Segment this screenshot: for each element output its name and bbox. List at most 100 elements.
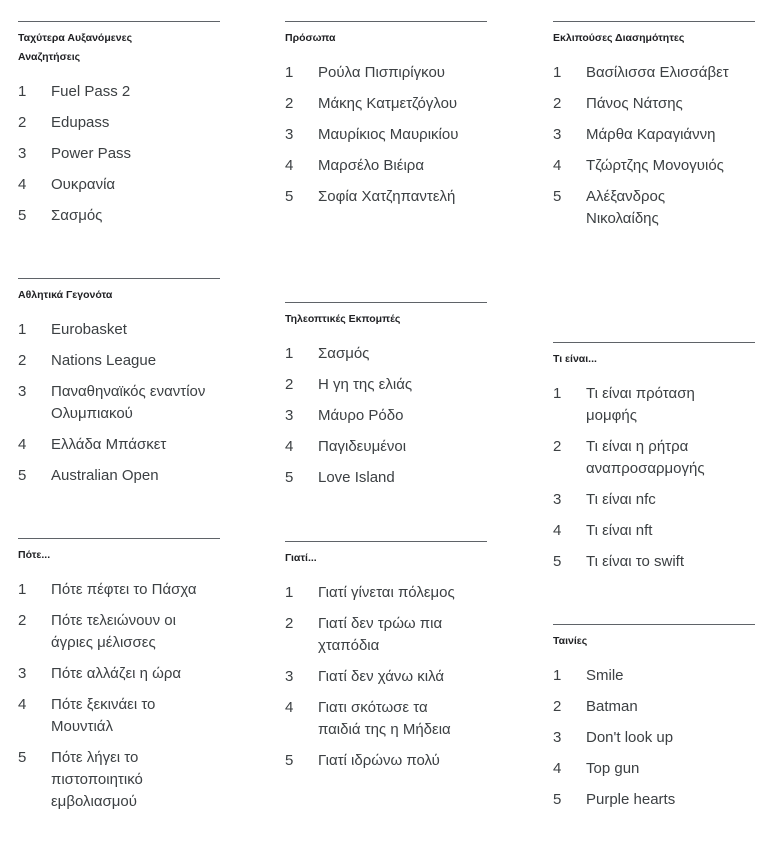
trend-item[interactable]: 4 Τζώρτζης Μονογυιός bbox=[553, 155, 755, 177]
trend-item[interactable]: 3 Μάυρο Ρόδο bbox=[285, 405, 487, 427]
trend-item[interactable]: 5 Αλέξανδρος Νικολαίδης bbox=[553, 186, 755, 230]
trend-item[interactable]: 1 Smile bbox=[553, 665, 755, 687]
trend-item[interactable]: 5 Australian Open bbox=[18, 465, 220, 487]
trend-item[interactable]: 2 Η γη της ελιάς bbox=[285, 374, 487, 396]
trend-item[interactable]: 1 Ρούλα Πισπιρίγκου bbox=[285, 62, 487, 84]
trend-item-label: Edupass bbox=[51, 114, 110, 131]
trend-item[interactable]: 2 Γιατί δεν τρώω πια χταπόδια bbox=[285, 613, 487, 657]
trend-item[interactable]: 3 Don't look up bbox=[553, 727, 755, 749]
rank-number: 3 bbox=[553, 729, 562, 746]
rank-number: 1 bbox=[553, 667, 562, 684]
trend-item[interactable]: 5 Γιατί ιδρώνω πολύ bbox=[285, 750, 487, 772]
rank-number: 4 bbox=[18, 176, 27, 193]
trend-item[interactable]: 2 Nations League bbox=[18, 350, 220, 372]
rank-number: 3 bbox=[553, 491, 562, 508]
trend-item[interactable]: 3 Παναθηναϊκός εναντίον Ολυμπιακού bbox=[18, 381, 220, 425]
trend-item[interactable]: 2 Τι είναι η ρήτρα αναπροσαρμογής bbox=[553, 436, 755, 480]
trend-item[interactable]: 3 Μάρθα Καραγιάννη bbox=[553, 124, 755, 146]
trend-list: 1 Fuel Pass 2 2 Edupass 3 Power Pass 4 Ουκρανία… bbox=[18, 81, 220, 227]
trend-item[interactable]: 4 Παγιδευμένοι bbox=[285, 436, 487, 458]
trend-item-label: Nations League bbox=[51, 352, 157, 369]
section-title: Ταινίες bbox=[553, 635, 588, 647]
trend-item-label: Eurobasket bbox=[51, 321, 127, 338]
trend-item[interactable]: 4 Μαρσέλο Βιέιρα bbox=[285, 155, 487, 177]
trend-item[interactable]: 3 Γιατί δεν χάνω κιλά bbox=[285, 666, 487, 688]
section-title: Πότε... bbox=[18, 549, 51, 561]
section-title: Τηλεοπτικές Εκπομπές bbox=[285, 313, 401, 325]
rank-number: 4 bbox=[285, 699, 294, 716]
trend-item-label: Σασμός bbox=[318, 345, 370, 362]
trend-item-label: Μάυρο Ρόδο bbox=[318, 407, 404, 424]
rank-number: 2 bbox=[285, 95, 294, 112]
trend-item[interactable]: 2 Batman bbox=[553, 696, 755, 718]
trend-item[interactable]: 2 Πάνος Νάτσης bbox=[553, 93, 755, 115]
trend-item[interactable]: 5 Σασμός bbox=[18, 205, 220, 227]
trend-item-label: Πότε ξεκινάει το Μουντιάλ bbox=[51, 696, 156, 735]
trend-item[interactable]: 1 Πότε πέφτει το Πάσχα bbox=[18, 579, 220, 601]
rank-number: 4 bbox=[285, 157, 294, 174]
trend-item[interactable]: 3 Μαυρίκιος Μαυρικίου bbox=[285, 124, 487, 146]
trend-item[interactable]: 4 Γιατι σκότωσε τα παιδιά της η Μήδεια bbox=[285, 697, 487, 741]
trend-section: Εκλιπούσες Διασημότητες 1 Βασίλισσα Ελισσά… bbox=[553, 21, 755, 239]
rank-number: 3 bbox=[553, 126, 562, 143]
trend-item[interactable]: 5 Πότε λήγει το πιστοποιητικό εμβολιασμού bbox=[18, 747, 220, 813]
trend-item-label: Τι είναι η ρήτρα αναπροσαρμογής bbox=[586, 438, 705, 477]
trend-item[interactable]: 1 Βασίλισσα Ελισσάβετ bbox=[553, 62, 755, 84]
trend-list: 1 Γιατί γίνεται πόλεμος 2 Γιατί δεν τρώω πι… bbox=[285, 582, 487, 772]
rank-number: 5 bbox=[18, 749, 27, 766]
rank-number: 3 bbox=[18, 665, 27, 682]
rank-number: 1 bbox=[18, 321, 27, 338]
trend-item[interactable]: 5 Τι είναι το swift bbox=[553, 551, 755, 573]
trend-item[interactable]: 3 Πότε αλλάζει η ώρα bbox=[18, 663, 220, 685]
section-title: Γιατί... bbox=[285, 552, 317, 564]
trend-item-label: Σασμός bbox=[51, 207, 103, 224]
trend-list: 1 Smile 2 Batman 3 Don't look up 4 Top gun 5 Purp… bbox=[553, 665, 755, 811]
trend-item-label: Πότε αλλάζει η ώρα bbox=[51, 665, 182, 682]
trend-item-label: Μαρσέλο Βιέιρα bbox=[318, 157, 424, 174]
trend-item[interactable]: 4 Ελλάδα Μπάσκετ bbox=[18, 434, 220, 456]
rank-number: 3 bbox=[18, 383, 27, 400]
rank-number: 5 bbox=[285, 188, 294, 205]
trend-item[interactable]: 5 Love Island bbox=[285, 467, 487, 489]
trend-item[interactable]: 4 Πότε ξεκινάει το Μουντιάλ bbox=[18, 694, 220, 738]
trend-item-label: Αλέξανδρος Νικολαίδης bbox=[586, 188, 666, 227]
trend-list: 1 Ρούλα Πισπιρίγκου 2 Μάκης Κατμετζόγλου 3 Μα… bbox=[285, 62, 487, 208]
trend-item[interactable]: 1 Τι είναι πρόταση μομφής bbox=[553, 383, 755, 427]
rank-number: 3 bbox=[18, 145, 27, 162]
trend-item[interactable]: 4 Ουκρανία bbox=[18, 174, 220, 196]
trend-item[interactable]: 4 Top gun bbox=[553, 758, 755, 780]
trend-item-label: Purple hearts bbox=[586, 791, 676, 808]
trend-item[interactable]: 5 Purple hearts bbox=[553, 789, 755, 811]
rank-number: 1 bbox=[18, 83, 27, 100]
trend-item[interactable]: 2 Πότε τελειώνουν οι άγριες μέλισσες bbox=[18, 610, 220, 654]
trend-item[interactable]: 1 Γιατί γίνεται πόλεμος bbox=[285, 582, 487, 604]
trend-section: Πότε... 1 Πότε πέφτει το Πάσχα 2 Πότε τελειώ… bbox=[18, 538, 220, 822]
rank-number: 3 bbox=[285, 668, 294, 685]
trend-item-label: Australian Open bbox=[51, 467, 159, 484]
section-title: Τι είναι... bbox=[553, 353, 597, 365]
trend-item[interactable]: 3 Power Pass bbox=[18, 143, 220, 165]
trend-list: 1 Βασίλισσα Ελισσάβετ 2 Πάνος Νάτσης 3 Μάρθα … bbox=[553, 62, 755, 230]
trend-item[interactable]: 2 Μάκης Κατμετζόγλου bbox=[285, 93, 487, 115]
rank-number: 1 bbox=[553, 64, 562, 81]
trend-item[interactable]: 2 Edupass bbox=[18, 112, 220, 134]
rank-number: 1 bbox=[285, 584, 294, 601]
rank-number: 2 bbox=[553, 698, 562, 715]
rank-number: 4 bbox=[553, 157, 562, 174]
trend-item-label: Γιατί γίνεται πόλεμος bbox=[318, 584, 455, 601]
trend-item-label: Μάρθα Καραγιάννη bbox=[586, 126, 716, 143]
trend-list: 1 Σασμός 2 Η γη της ελιάς 3 Μάυρο Ρόδο 4 Παγιδε… bbox=[285, 343, 487, 489]
trend-item[interactable]: 3 Τι είναι nfc bbox=[553, 489, 755, 511]
trend-item-label: Love Island bbox=[318, 469, 395, 486]
rank-number: 4 bbox=[285, 438, 294, 455]
trend-item[interactable]: 1 Eurobasket bbox=[18, 319, 220, 341]
trend-item[interactable]: 1 Fuel Pass 2 bbox=[18, 81, 220, 103]
trend-item-label: Batman bbox=[586, 698, 638, 715]
trend-item-label: Ελλάδα Μπάσκετ bbox=[51, 436, 167, 453]
trend-item-label: Ρούλα Πισπιρίγκου bbox=[318, 64, 445, 81]
trend-item[interactable]: 1 Σασμός bbox=[285, 343, 487, 365]
trend-item[interactable]: 4 Τι είναι nft bbox=[553, 520, 755, 542]
trend-item[interactable]: 5 Σοφία Χατζηπαντελή bbox=[285, 186, 487, 208]
rank-number: 2 bbox=[18, 114, 27, 131]
trend-item-label: Fuel Pass 2 bbox=[51, 83, 131, 100]
